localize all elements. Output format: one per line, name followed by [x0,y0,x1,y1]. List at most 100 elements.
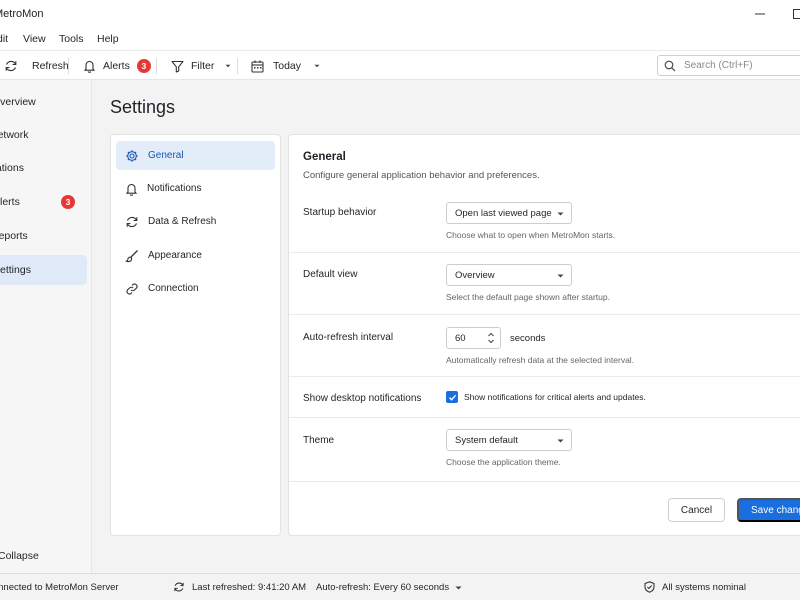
desktop-notifications-checkbox[interactable] [446,391,458,403]
connection-status: Connected to MetroMon Server [0,582,119,593]
subnav-item-notifications[interactable]: Notifications [116,174,275,203]
auto-refresh-value: 60 [455,332,466,344]
general-settings-panel: General Configure general application be… [288,134,800,536]
default-view-label: Default view [303,269,358,280]
filter-label: Filter [191,60,215,72]
date-range-label: Today [273,60,302,72]
refresh-icon [174,582,184,592]
menu-bar: Edit View Tools Help [0,28,800,50]
last-refreshed-text: Last refreshed: 9:41:20 AM [192,581,307,593]
chevron-down-icon [225,64,231,68]
subnav-label: General [148,150,184,161]
theme-label: Theme [303,435,335,446]
subnav-item-connection[interactable]: Connection [116,274,275,303]
minimize-button[interactable] [740,0,780,28]
theme-value: System default [455,434,518,446]
row-divider [289,417,800,418]
system-health-status: All systems nominal [644,581,746,593]
sidebar-item-reports[interactable]: Reports [0,221,87,251]
toolbar: Refresh Alerts 3 Filter Today [0,50,800,80]
save-changes-button[interactable]: Save changes [737,498,800,522]
search-input[interactable] [684,60,800,71]
date-range-button[interactable]: Today [251,51,321,81]
menu-edit[interactable]: Edit [0,33,8,45]
status-bar: Connected to MetroMon Server Last refres… [0,573,800,600]
startup-behavior-help: Choose what to open when MetroMon starts… [446,230,616,240]
checkmark-icon [448,394,456,401]
row-divider [289,252,800,253]
collapse-sidebar-button[interactable]: Collapse [0,550,39,562]
desktop-notifications-check-label[interactable]: Show notifications for critical alerts a… [464,392,646,402]
link-icon [126,282,138,295]
subnav-label: Data & Refresh [148,216,217,227]
connection-status-text: Connected to MetroMon Server [0,582,119,593]
startup-behavior-value: Open last viewed page [455,207,552,219]
sidebar-item-alerts[interactable]: Alerts 3 [0,187,87,217]
search-icon [664,60,676,71]
sidebar-item-label: Alerts [0,196,20,208]
title-bar: MetroMon [0,0,800,28]
minimize-icon [755,13,765,15]
alerts-button[interactable]: Alerts 3 [83,51,151,81]
menu-tools[interactable]: Tools [59,33,84,45]
refresh-label: Refresh [32,60,69,72]
menu-view[interactable]: View [23,33,46,45]
alerts-count-badge: 3 [136,59,151,73]
theme-help: Choose the application theme. [446,457,561,467]
sidebar: Overview Network Stations Alerts 3 Repor… [0,80,92,573]
chevron-down-icon [557,439,564,443]
brush-icon [125,249,138,262]
auto-refresh-unit: seconds [510,333,546,344]
filter-button[interactable]: Filter [171,51,232,81]
auto-refresh-status-text: Auto-refresh: Every 60 seconds [316,582,450,593]
chevron-down-icon [314,64,320,68]
sidebar-item-label: Overview [0,96,36,108]
refresh-icon [126,216,138,227]
settings-subnav: General Notifications Data & Refresh App… [110,134,281,536]
subnav-item-general[interactable]: General [116,141,275,170]
auto-refresh-label: Auto-refresh interval [303,332,394,343]
sidebar-item-label: Reports [0,230,28,242]
alerts-label: Alerts [103,60,130,72]
sidebar-item-settings[interactable]: Settings [0,255,87,285]
stepper-arrows-icon [488,332,494,344]
sidebar-item-stations[interactable]: Stations [0,153,87,183]
sidebar-item-overview[interactable]: Overview [0,87,87,117]
theme-select[interactable]: System default [446,429,572,451]
page-title: Settings [110,97,176,117]
row-divider [289,314,800,315]
auto-refresh-status[interactable]: Auto-refresh: Every 60 seconds [316,582,462,593]
refresh-button[interactable]: Refresh [4,51,69,81]
subnav-item-appearance[interactable]: Appearance [116,241,275,270]
search-box[interactable] [657,55,800,76]
section-description: Configure general application behavior a… [303,170,540,181]
cancel-button[interactable]: Cancel [668,498,725,522]
startup-behavior-label: Startup behavior [303,207,377,218]
startup-behavior-select[interactable]: Open last viewed page [446,202,572,224]
default-view-select[interactable]: Overview [446,264,572,286]
chevron-down-icon [557,274,564,278]
row-divider [289,376,800,377]
default-view-value: Overview [455,269,495,281]
sidebar-item-label: Network [0,129,29,141]
alerts-count-badge: 3 [61,195,75,209]
auto-refresh-help: Automatically refresh data at the select… [446,355,635,365]
subnav-item-data-refresh[interactable]: Data & Refresh [116,207,275,236]
auto-refresh-stepper[interactable]: 60 [446,327,501,349]
maximize-button[interactable] [778,0,800,28]
filter-icon [171,60,184,73]
toolbar-divider [237,58,238,74]
system-health-text: All systems nominal [662,581,746,593]
sidebar-item-network[interactable]: Network [0,120,87,150]
maximize-icon [793,9,800,19]
subnav-label: Connection [148,283,199,294]
app-title: MetroMon [0,8,44,20]
sidebar-item-label: Settings [0,264,31,276]
calendar-icon [251,60,264,73]
subnav-label: Appearance [148,250,202,261]
row-divider [289,481,800,482]
shield-check-icon [644,581,655,593]
menu-help[interactable]: Help [97,33,119,45]
refresh-icon [5,60,17,72]
toolbar-divider [156,58,157,74]
